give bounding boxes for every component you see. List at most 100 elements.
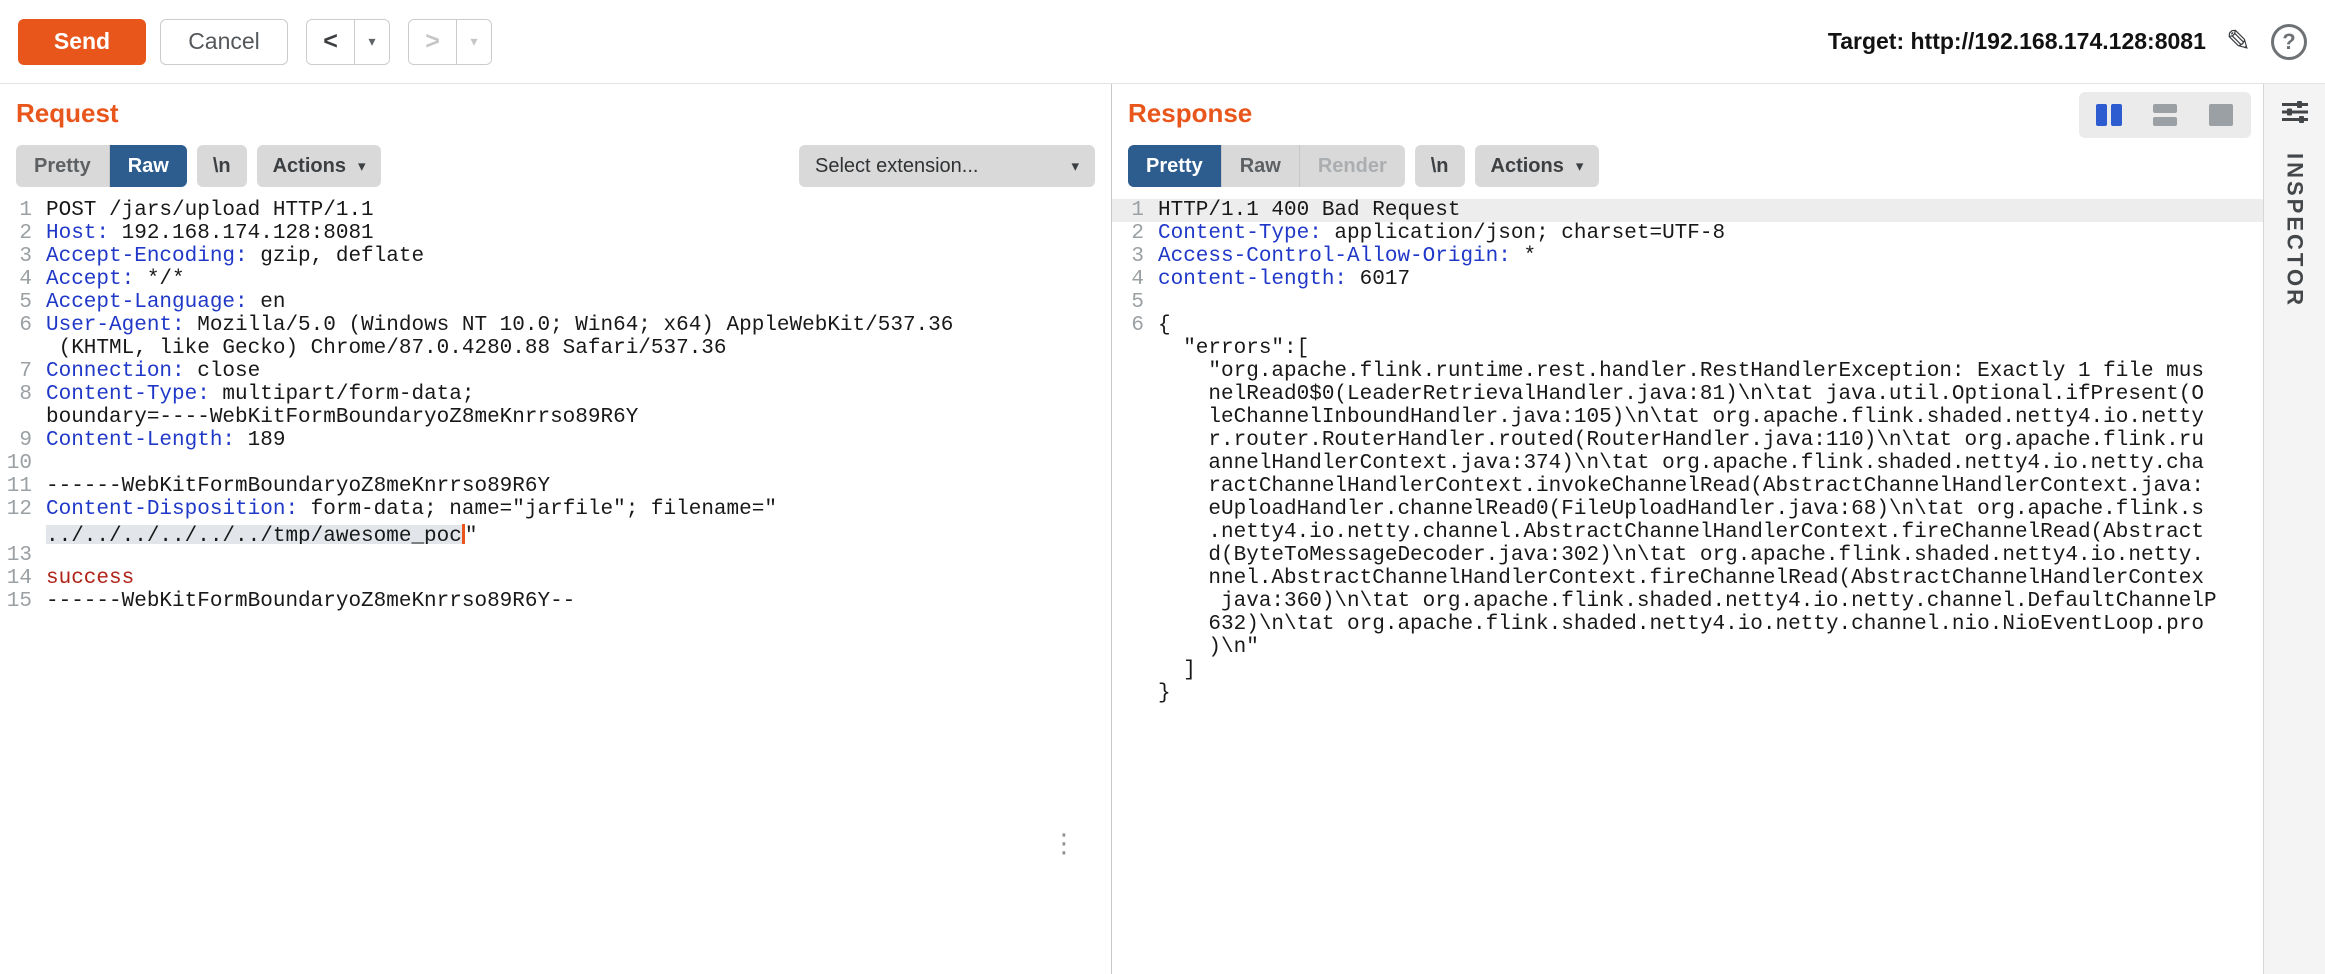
request-editor[interactable]: 1POST /jars/upload HTTP/1.12Host: 192.16… [0, 199, 1111, 974]
code-line[interactable]: 12Content-Disposition: form-data; name="… [0, 498, 1111, 521]
code-line[interactable]: 8Content-Type: multipart/form-data; [0, 383, 1111, 406]
line-number: 5 [1112, 291, 1158, 314]
burp-repeater-window: Send Cancel < ▾ > ▾ Target: http://192.1… [0, 0, 2325, 974]
line-number: 4 [0, 268, 46, 291]
forward-button[interactable]: > [409, 20, 457, 64]
code-line[interactable]: 4Accept: */* [0, 268, 1111, 291]
code-line[interactable]: 5Accept-Language: en [0, 291, 1111, 314]
line-number: 10 [0, 452, 46, 475]
code-line[interactable]: 7Connection: close [0, 360, 1111, 383]
code-line[interactable]: "errors":[ [1112, 337, 2263, 360]
chevron-down-icon: ▾ [1071, 157, 1079, 175]
line-number [1112, 383, 1158, 406]
target-label: Target: http://192.168.174.128:8081 [1828, 28, 2206, 55]
toolbar: Send Cancel < ▾ > ▾ Target: http://192.1… [0, 0, 2325, 84]
layout-rows-icon [2153, 104, 2177, 126]
line-number [1112, 475, 1158, 498]
code-line[interactable]: 6User-Agent: Mozilla/5.0 (Windows NT 10.… [0, 314, 1111, 337]
code-line[interactable]: 5 [1112, 291, 2263, 314]
line-number: 11 [0, 475, 46, 498]
line-number: 2 [0, 222, 46, 245]
inspector-toggle-button[interactable] [2282, 100, 2308, 127]
line-number: 4 [1112, 268, 1158, 291]
line-number: 15 [0, 590, 46, 613]
layout-single-button[interactable] [2195, 96, 2247, 134]
code-line[interactable]: java:360)\n\tat org.apache.flink.shaded.… [1112, 590, 2263, 613]
help-button[interactable]: ? [2271, 24, 2307, 60]
layout-rows-button[interactable] [2139, 96, 2191, 134]
code-line[interactable]: 13 [0, 544, 1111, 567]
select-extension-dropdown[interactable]: Select extension... ▾ [799, 145, 1095, 187]
code-line[interactable]: nnel.AbstractChannelHandlerContext.fireC… [1112, 567, 2263, 590]
send-button[interactable]: Send [18, 19, 146, 65]
code-line[interactable]: 10 [0, 452, 1111, 475]
cancel-button[interactable]: Cancel [160, 19, 288, 65]
code-line[interactable]: 3Accept-Encoding: gzip, deflate [0, 245, 1111, 268]
line-number: 3 [1112, 245, 1158, 268]
line-number [1112, 429, 1158, 452]
code-line[interactable]: nelRead0$0(LeaderRetrievalHandler.java:8… [1112, 383, 2263, 406]
line-number [0, 406, 46, 429]
layout-toggle-group [2079, 92, 2251, 138]
line-number [1112, 590, 1158, 613]
code-line[interactable]: 1HTTP/1.1 400 Bad Request [1112, 199, 2263, 222]
code-line[interactable]: 2Host: 192.168.174.128:8081 [0, 222, 1111, 245]
line-number: 5 [0, 291, 46, 314]
code-line[interactable]: r.router.RouterHandler.routed(RouterHand… [1112, 429, 2263, 452]
code-line[interactable]: 2Content-Type: application/json; charset… [1112, 222, 2263, 245]
line-number [1112, 659, 1158, 682]
code-line[interactable]: d(ByteToMessageDecoder.java:302)\n\tat o… [1112, 544, 2263, 567]
layout-columns-button[interactable] [2083, 96, 2135, 134]
tab-render[interactable]: Render [1300, 145, 1405, 187]
tab-pretty[interactable]: Pretty [1128, 145, 1222, 187]
code-line[interactable]: leChannelInboundHandler.java:105)\n\tat … [1112, 406, 2263, 429]
code-line[interactable]: ../../../../../../tmp/awesome_poc" [0, 521, 1111, 544]
line-number [1112, 613, 1158, 636]
code-line[interactable]: } [1112, 682, 2263, 705]
tab-raw[interactable]: Raw [110, 145, 187, 187]
code-line[interactable]: annelHandlerContext.java:374)\n\tat org.… [1112, 452, 2263, 475]
code-line[interactable]: (KHTML, like Gecko) Chrome/87.0.4280.88 … [0, 337, 1111, 360]
line-number: 9 [0, 429, 46, 452]
response-panel: Response Pretty Raw Render \n Actions ▾ … [1112, 84, 2263, 974]
line-number: 3 [0, 245, 46, 268]
line-number: 6 [1112, 314, 1158, 337]
code-line[interactable]: .netty4.io.netty.channel.AbstractChannel… [1112, 521, 2263, 544]
tab-pretty[interactable]: Pretty [16, 145, 110, 187]
code-line[interactable]: )\n" [1112, 636, 2263, 659]
edit-target-button[interactable]: ✎ [2226, 24, 2251, 59]
code-line[interactable]: 4content-length: 6017 [1112, 268, 2263, 291]
code-line[interactable]: "org.apache.flink.runtime.rest.handler.R… [1112, 360, 2263, 383]
code-line[interactable]: 3Access-Control-Allow-Origin: * [1112, 245, 2263, 268]
request-view-tabs: Pretty Raw [16, 145, 187, 187]
tab-newline[interactable]: \n [197, 145, 247, 187]
inspector-label: INSPECTOR [2282, 153, 2308, 308]
response-tabbar: Pretty Raw Render \n Actions ▾ [1128, 145, 2247, 187]
code-line[interactable]: eUploadHandler.channelRead0(FileUploadHa… [1112, 498, 2263, 521]
code-line[interactable]: 6{ [1112, 314, 2263, 337]
code-line[interactable]: ractChannelHandlerContext.invokeChannelR… [1112, 475, 2263, 498]
code-line[interactable]: ] [1112, 659, 2263, 682]
line-number [1112, 636, 1158, 659]
tab-raw[interactable]: Raw [1222, 145, 1300, 187]
line-number: 14 [0, 567, 46, 590]
code-line[interactable]: 14success [0, 567, 1111, 590]
code-line[interactable]: 9Content-Length: 189 [0, 429, 1111, 452]
code-line[interactable]: 11------WebKitFormBoundaryoZ8meKnrrso89R… [0, 475, 1111, 498]
code-line[interactable]: 1POST /jars/upload HTTP/1.1 [0, 199, 1111, 222]
back-dropdown-button[interactable]: ▾ [355, 20, 389, 64]
code-line[interactable]: 632)\n\tat org.apache.flink.shaded.netty… [1112, 613, 2263, 636]
line-number [0, 521, 46, 544]
request-actions-dropdown[interactable]: Actions ▾ [257, 145, 382, 187]
tab-newline[interactable]: \n [1415, 145, 1465, 187]
code-line[interactable]: 15------WebKitFormBoundaryoZ8meKnrrso89R… [0, 590, 1111, 613]
forward-dropdown-button[interactable]: ▾ [457, 20, 491, 64]
pencil-icon: ✎ [2226, 24, 2251, 59]
panel-resize-handle[interactable]: ⋮ [1051, 830, 1077, 856]
line-number: 8 [0, 383, 46, 406]
help-icon: ? [2271, 24, 2307, 60]
response-editor[interactable]: 1HTTP/1.1 400 Bad Request2Content-Type: … [1112, 199, 2263, 974]
back-button[interactable]: < [307, 20, 355, 64]
code-line[interactable]: boundary=----WebKitFormBoundaryoZ8meKnrr… [0, 406, 1111, 429]
response-actions-dropdown[interactable]: Actions ▾ [1475, 145, 1600, 187]
